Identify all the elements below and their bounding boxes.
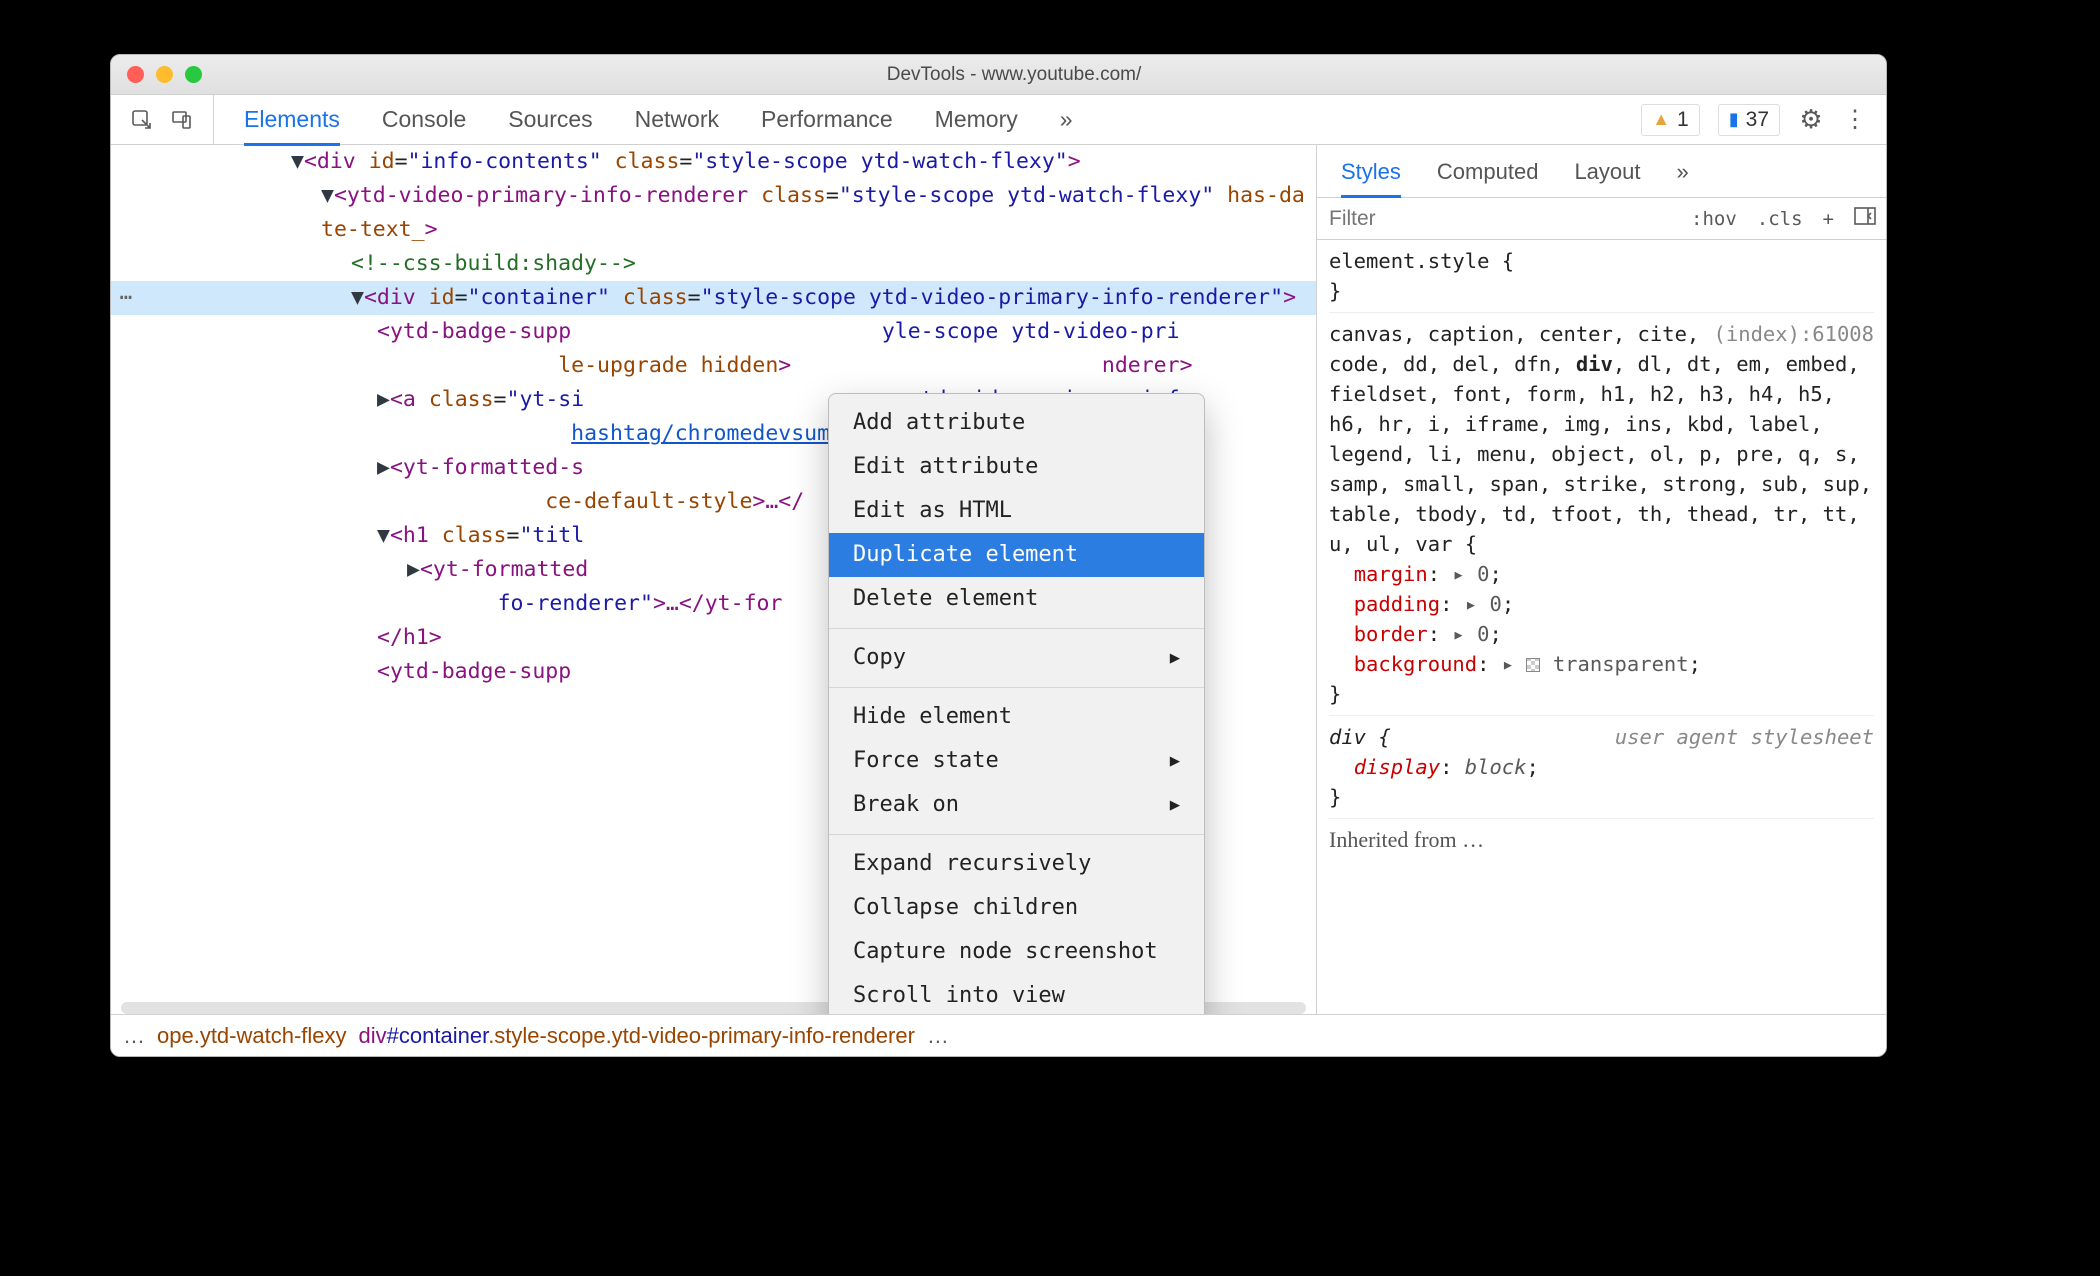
warnings-badge[interactable]: ▲ 1 <box>1641 104 1700 136</box>
context-menu-item[interactable]: Force state▶ <box>829 739 1204 783</box>
inspect-icon[interactable] <box>129 107 155 133</box>
new-rule-button[interactable]: + <box>1813 208 1844 230</box>
styles-tabs-overflow[interactable]: » <box>1677 159 1689 185</box>
breadcrumb-item[interactable]: div#container.style-scope.ytd-video-prim… <box>359 1023 915 1049</box>
submenu-arrow-icon: ▶ <box>1170 744 1180 778</box>
styles-filter-input[interactable] <box>1317 207 1681 231</box>
window-title: DevTools - www.youtube.com/ <box>142 64 1886 86</box>
selected-node[interactable]: ⋯▼<div id="container" class="style-scope… <box>111 281 1316 315</box>
devtools-window: DevTools - www.youtube.com/ Elements Con… <box>110 54 1887 1057</box>
rule-selector[interactable]: canvas, caption, center, cite, code, dd,… <box>1329 322 1872 556</box>
tab-memory[interactable]: Memory <box>935 106 1018 133</box>
context-menu-item[interactable]: Duplicate element <box>829 533 1204 577</box>
styles-pane: Styles Computed Layout » :hov .cls + ele… <box>1316 145 1886 1014</box>
context-menu-item[interactable]: Break on▶ <box>829 783 1204 827</box>
device-toggle-icon[interactable] <box>169 107 195 133</box>
tab-sources[interactable]: Sources <box>508 106 592 133</box>
message-icon: ▮ <box>1729 109 1739 130</box>
rule-selector[interactable]: div { <box>1329 725 1391 749</box>
elements-panel[interactable]: ▼<div id="info-contents" class="style-sc… <box>111 145 1316 1014</box>
kebab-icon[interactable]: ⋮ <box>1842 107 1868 133</box>
tab-console[interactable]: Console <box>382 106 466 133</box>
breadcrumb[interactable]: … ope.ytd-watch-flexy div#container.styl… <box>111 1014 1886 1056</box>
styles-tab-layout[interactable]: Layout <box>1574 159 1640 185</box>
styles-tab-styles[interactable]: Styles <box>1341 159 1401 185</box>
context-menu-item[interactable]: Capture node screenshot <box>829 930 1204 974</box>
context-menu-item[interactable]: Delete element <box>829 577 1204 621</box>
submenu-arrow-icon: ▶ <box>1170 641 1180 675</box>
inherited-header: Inherited from … <box>1329 825 1874 855</box>
rule-selector[interactable]: element.style { <box>1329 249 1514 273</box>
messages-badge[interactable]: ▮ 37 <box>1718 104 1780 136</box>
tab-elements[interactable]: Elements <box>244 106 340 133</box>
breadcrumb-overflow[interactable]: … <box>927 1023 949 1049</box>
user-agent-label: user agent stylesheet <box>1615 722 1874 752</box>
breadcrumb-overflow[interactable]: … <box>123 1023 145 1049</box>
tab-network[interactable]: Network <box>635 106 719 133</box>
context-menu-item[interactable]: Copy▶ <box>829 636 1204 680</box>
hashtag-link[interactable]: hashtag/chromedevsummit <box>571 421 869 446</box>
comment-node: <!--css-build:shady--> <box>351 251 636 276</box>
context-menu-item[interactable]: Edit attribute <box>829 445 1204 489</box>
tab-performance[interactable]: Performance <box>761 106 893 133</box>
submenu-arrow-icon: ▶ <box>1170 788 1180 822</box>
titlebar: DevTools - www.youtube.com/ <box>111 55 1886 95</box>
node-actions-icon[interactable]: ⋯ <box>111 281 141 315</box>
messages-count: 37 <box>1746 108 1769 132</box>
settings-icon[interactable]: ⚙ <box>1798 107 1824 133</box>
context-menu-item[interactable]: Add attribute <box>829 401 1204 445</box>
hov-toggle[interactable]: :hov <box>1681 208 1747 230</box>
color-swatch-icon[interactable] <box>1526 658 1540 672</box>
warning-icon: ▲ <box>1652 109 1670 130</box>
tabs-overflow[interactable]: » <box>1060 106 1073 133</box>
context-menu: Add attributeEdit attributeEdit as HTMLD… <box>828 393 1205 1014</box>
cls-toggle[interactable]: .cls <box>1747 208 1813 230</box>
rule-source-link[interactable]: (index):61008 <box>1714 319 1874 349</box>
context-menu-item[interactable]: Hide element <box>829 695 1204 739</box>
main-toolbar: Elements Console Sources Network Perform… <box>111 95 1886 145</box>
sidebar-toggle-icon[interactable] <box>1844 207 1886 230</box>
breadcrumb-item[interactable]: ope.ytd-watch-flexy <box>157 1023 347 1049</box>
context-menu-item[interactable]: Expand recursively <box>829 842 1204 886</box>
context-menu-item[interactable]: Collapse children <box>829 886 1204 930</box>
context-menu-item[interactable]: Edit as HTML <box>829 489 1204 533</box>
panel-tabs: Elements Console Sources Network Perform… <box>214 95 1073 144</box>
warnings-count: 1 <box>1677 108 1689 132</box>
context-menu-item[interactable]: Scroll into view <box>829 974 1204 1014</box>
styles-tab-computed[interactable]: Computed <box>1437 159 1539 185</box>
